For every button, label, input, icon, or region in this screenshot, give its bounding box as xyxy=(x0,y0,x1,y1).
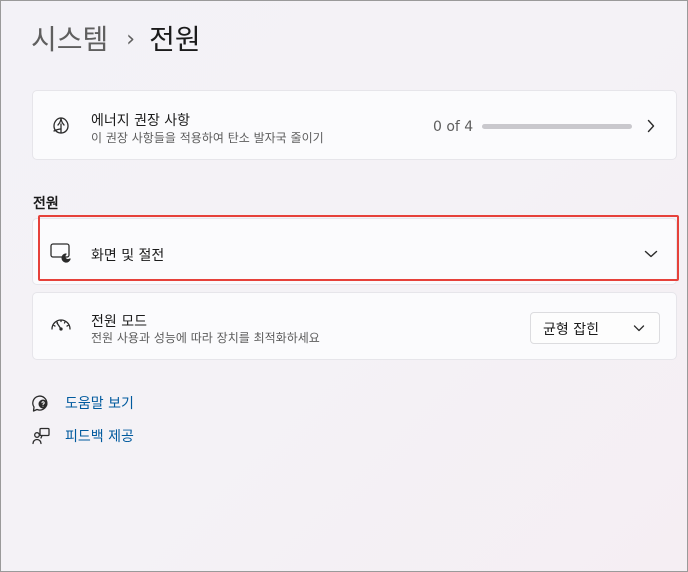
recommendations-progress-text: 0 of 4 xyxy=(433,119,474,135)
screen-sleep-icon xyxy=(49,240,73,264)
energy-recommendations-title: 에너지 권장 사항 xyxy=(91,113,191,129)
breadcrumb-separator: › xyxy=(126,27,136,52)
power-mode-description: 전원 사용과 성능에 따라 장치를 최적화하세요 xyxy=(91,331,320,345)
screen-and-sleep-card[interactable]: 화면 및 절전 xyxy=(32,218,677,285)
power-mode-selected-value: 균형 잡힌 xyxy=(543,322,599,338)
chevron-right-icon xyxy=(644,118,658,133)
give-feedback-link[interactable]: 피드백 제공 xyxy=(31,426,134,446)
section-label-power: 전원 xyxy=(33,196,59,212)
get-help-link[interactable]: 도움말 보기 xyxy=(31,393,134,413)
screen-and-sleep-title: 화면 및 절전 xyxy=(91,248,165,264)
help-icon xyxy=(31,393,51,413)
energy-recommendations-description: 이 권장 사항들을 적용하여 탄소 발자국 줄이기 xyxy=(91,131,324,145)
power-mode-dropdown[interactable]: 균형 잡힌 xyxy=(530,312,660,344)
window-frame xyxy=(0,0,688,572)
breadcrumb-system[interactable]: 시스템 xyxy=(31,20,108,60)
give-feedback-label: 피드백 제공 xyxy=(65,429,134,445)
power-mode-card: 전원 모드 전원 사용과 성능에 따라 장치를 최적화하세요 균형 잡힌 xyxy=(32,292,677,360)
recommendations-progress-bar xyxy=(482,124,632,129)
feedback-icon xyxy=(31,426,51,446)
chevron-down-icon[interactable] xyxy=(644,246,658,260)
chevron-down-icon xyxy=(633,322,645,334)
gauge-icon xyxy=(49,314,73,338)
get-help-label: 도움말 보기 xyxy=(65,396,134,412)
power-mode-title: 전원 모드 xyxy=(91,314,147,330)
energy-recommendations-card[interactable]: 에너지 권장 사항 이 권장 사항들을 적용하여 탄소 발자국 줄이기 0 of… xyxy=(32,90,677,160)
page-title: 전원 xyxy=(149,23,201,56)
leaf-icon xyxy=(49,113,73,137)
breadcrumb: 시스템 › 전원 xyxy=(31,20,201,60)
